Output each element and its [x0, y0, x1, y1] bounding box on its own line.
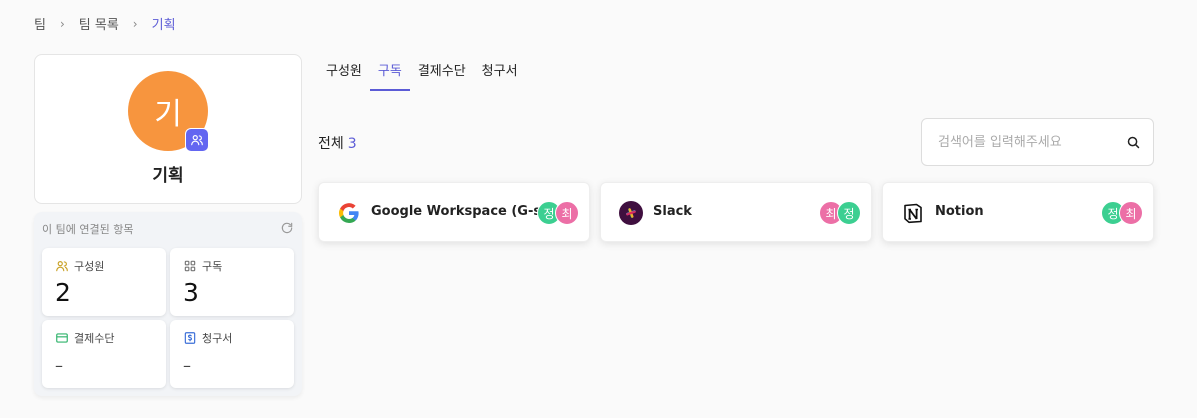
stat-value: 2: [55, 278, 71, 307]
stat-label: 구성원: [74, 260, 105, 273]
subscription-name: Google Workspace (G-suite): [371, 204, 539, 219]
refresh-icon[interactable]: [280, 221, 294, 235]
avatar: 최: [555, 201, 579, 225]
users-icon: [56, 261, 68, 272]
stat-payment-methods[interactable]: 결제수단 –: [42, 320, 166, 388]
tab-bar: 구성원 구독 결제수단 청구서: [318, 54, 526, 91]
member-avatars: 정 최: [537, 201, 579, 225]
chevron-right-icon: ›: [132, 16, 138, 31]
team-badge-icon: [185, 128, 209, 152]
grid-icon: [184, 260, 196, 272]
stat-value: 3: [183, 278, 199, 307]
stat-label: 결제수단: [74, 332, 115, 345]
tab-members[interactable]: 구성원: [318, 54, 370, 91]
total-label: 전체: [318, 136, 344, 152]
total-count: 전체 3: [318, 133, 357, 153]
stat-label: 구독: [202, 260, 223, 273]
subscription-card[interactable]: Notion 정 최: [882, 182, 1154, 242]
stat-label: 청구서: [202, 332, 233, 345]
stat-invoices[interactable]: 청구서 –: [170, 320, 294, 388]
subscription-name: Slack: [653, 204, 692, 219]
tab-invoices[interactable]: 청구서: [474, 54, 526, 91]
invoice-icon: [184, 332, 196, 344]
team-profile-card: 기 기획: [34, 54, 302, 204]
tab-subscriptions[interactable]: 구독: [369, 54, 410, 91]
breadcrumb-team-list[interactable]: 팀 목록: [79, 14, 119, 33]
google-logo-icon: [339, 203, 359, 223]
breadcrumb-team[interactable]: 팀: [34, 14, 46, 33]
subscription-name: Notion: [935, 204, 984, 219]
member-avatars: 최 정: [819, 201, 861, 225]
tab-payment-methods[interactable]: 결제수단: [410, 54, 474, 91]
team-name: 기획: [152, 166, 184, 186]
notion-logo-icon: [904, 203, 922, 224]
member-avatars: 정 최: [1101, 201, 1143, 225]
stat-value: –: [55, 356, 63, 375]
avatar: 최: [1119, 201, 1143, 225]
slack-logo-icon: [619, 201, 643, 225]
chevron-right-icon: ›: [59, 16, 65, 31]
subscription-card[interactable]: Google Workspace (G-suite) 정 최: [318, 182, 590, 242]
breadcrumb-current: 기획: [151, 18, 176, 33]
linked-items-header: 이 팀에 연결된 항목: [42, 223, 134, 236]
avatar: 정: [837, 201, 861, 225]
breadcrumb: 팀 › 팀 목록 › 기획: [34, 14, 176, 34]
search-icon[interactable]: [1126, 135, 1141, 150]
subscription-card[interactable]: Slack 최 정: [600, 182, 872, 242]
search-box: [921, 118, 1154, 166]
linked-items-panel: 이 팀에 연결된 항목 구성원 2 구독 3 결제수단 – 청구서 –: [34, 212, 302, 396]
stat-members[interactable]: 구성원 2: [42, 248, 166, 316]
search-input[interactable]: [938, 119, 1118, 165]
total-number: 3: [347, 136, 357, 152]
card-icon: [56, 333, 68, 343]
stat-value: –: [183, 356, 191, 375]
stat-subscriptions[interactable]: 구독 3: [170, 248, 294, 316]
